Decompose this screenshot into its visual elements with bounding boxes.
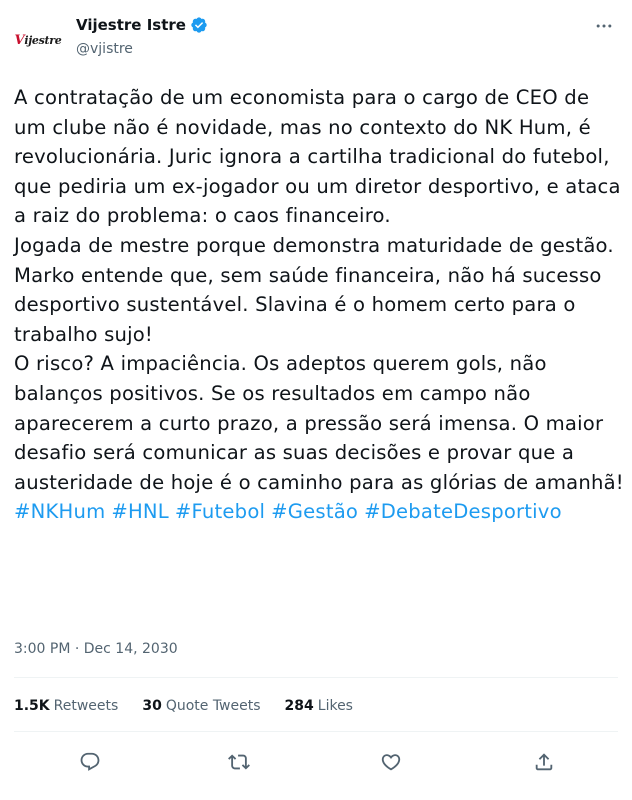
quote-tweets-count: 30	[142, 698, 162, 714]
likes-stat[interactable]: 284 Likes	[285, 698, 353, 714]
hashtag-link[interactable]: #Gestão	[271, 500, 358, 523]
tweet-paragraph: A contratação de um economista para o ca…	[14, 86, 621, 228]
share-icon[interactable]	[527, 745, 561, 779]
hashtag-link[interactable]: #NKHum	[14, 500, 105, 523]
hashtag-link[interactable]: #Futebol	[175, 500, 265, 523]
likes-count: 284	[284, 698, 314, 714]
quote-tweets-label: Quote Tweets	[165, 698, 261, 714]
divider	[14, 677, 618, 678]
author-handle[interactable]: @vjistre	[76, 41, 133, 57]
divider	[14, 731, 618, 732]
author-name-row: Vijestre Istre	[76, 16, 208, 34]
tweet-timestamp[interactable]: 3:00 PM · Dec 14, 2030	[14, 641, 178, 657]
tweet-actions-bar	[0, 745, 632, 779]
tweet-body: A contratação de um economista para o ca…	[14, 83, 624, 527]
likes-label: Likes	[317, 698, 353, 714]
verified-badge-icon	[190, 16, 208, 34]
engagement-stats: 1.5K Retweets 30 Quote Tweets 284 Likes	[14, 698, 377, 714]
avatar[interactable]: Vijestre	[14, 16, 62, 64]
tweet-paragraph: O risco? A impaciência. Os adeptos quere…	[14, 352, 624, 494]
avatar-logo-text: ijestre	[24, 33, 62, 47]
tweet-paragraph: Jogada de mestre porque demonstra maturi…	[14, 233, 614, 346]
hashtag-link[interactable]: #HNL	[111, 500, 169, 523]
reply-icon[interactable]	[73, 745, 107, 779]
tweet-header: Vijestre Vijestre Istre @vjistre	[0, 0, 632, 70]
hashtag-list: #NKHum #HNL #Futebol #Gestão #DebateDesporti…	[14, 497, 624, 527]
more-options-icon[interactable]	[592, 14, 616, 38]
quote-tweets-stat[interactable]: 30 Quote Tweets	[142, 698, 260, 714]
retweets-label: Retweets	[53, 698, 119, 714]
like-icon[interactable]	[374, 745, 408, 779]
retweets-count: 1.5K	[14, 698, 50, 714]
retweet-icon[interactable]	[222, 745, 256, 779]
retweets-stat[interactable]: 1.5K Retweets	[14, 698, 118, 714]
hashtag-link[interactable]: #DebateDesportivo	[364, 500, 562, 523]
avatar-logo: Vijestre	[14, 32, 62, 48]
author-display-name[interactable]: Vijestre Istre	[76, 16, 186, 34]
